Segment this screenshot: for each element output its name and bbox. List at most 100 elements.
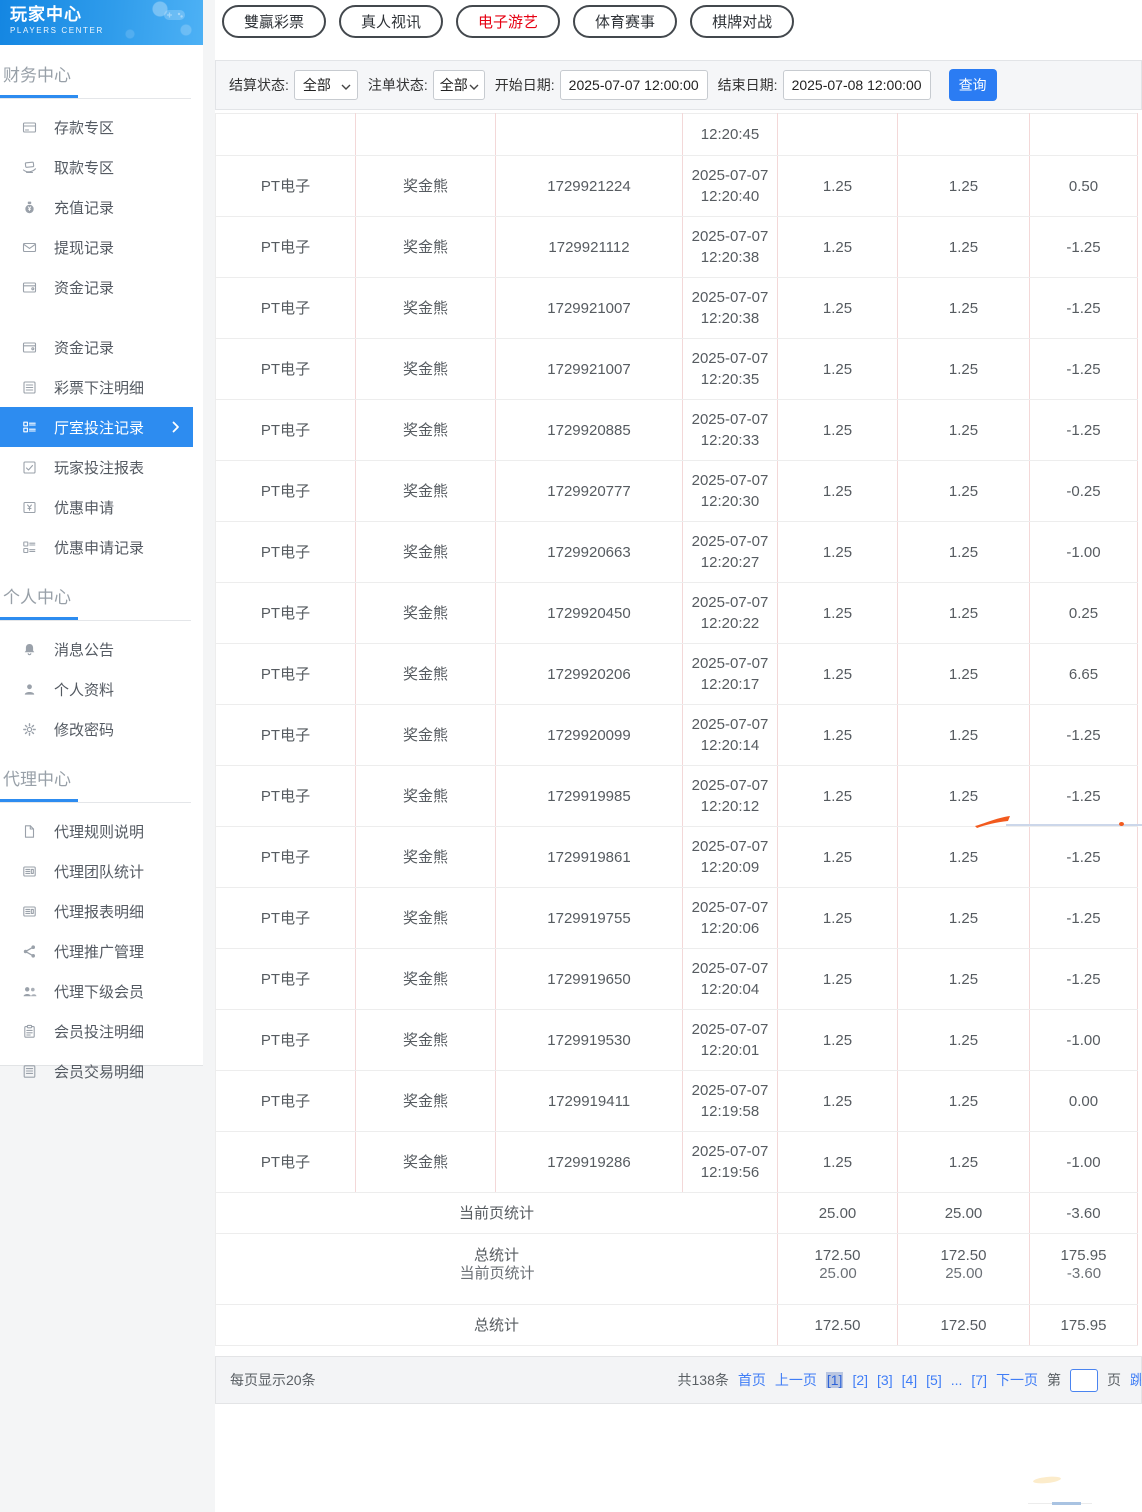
sidebar-item[interactable]: 代理规则说明 (0, 811, 193, 851)
table-row: PT电子奖金熊17299196502025-07-0712:20:041.251… (216, 949, 1138, 1010)
tab-active-game-category[interactable]: 电子游艺 (456, 5, 560, 38)
sidebar-item[interactable]: 消息公告 (0, 629, 193, 669)
game-category-tabs: 雙贏彩票真人视讯电子游艺体育赛事棋牌对战 (215, 0, 1142, 38)
jump-button[interactable]: 跳转 (1130, 1370, 1142, 1390)
cell-bet-amount: 1.25 (778, 461, 898, 522)
page-link[interactable]: [7] (971, 1372, 987, 1388)
cell-order-number: 1729919650 (496, 949, 683, 1010)
page-link[interactable]: [2] (852, 1372, 868, 1388)
sidebar-item-label: 取款专区 (54, 157, 114, 178)
sidebar-item-active[interactable]: 厅室投注记录 (0, 407, 193, 447)
cell-datetime: 2025-07-0712:20:14 (683, 705, 778, 766)
cell-order-number: 1729920885 (496, 400, 683, 461)
sidebar-item[interactable]: 代理报表明细 (0, 891, 193, 931)
sidebar-item[interactable]: 资金记录 (0, 327, 193, 367)
cell-profit: -1.25 (1030, 217, 1138, 278)
page-link[interactable]: [3] (877, 1372, 893, 1388)
tab-game-category[interactable]: 体育赛事 (573, 5, 677, 38)
cell-valid-bet: 1.25 (898, 583, 1030, 644)
cell-bet-amount: 1.25 (778, 583, 898, 644)
table-body: PT电子奖金熊17299212242025-07-0712:20:401.251… (216, 156, 1138, 1193)
sidebar-item[interactable]: 会员投注明细 (0, 1011, 193, 1051)
sidebar-item[interactable]: 代理推广管理 (0, 931, 193, 971)
cell-profit: -1.25 (1030, 949, 1138, 1010)
order-status-select[interactable]: 全部 (433, 70, 485, 100)
cell (496, 114, 683, 156)
cell-valid-bet: 1.25 (898, 1071, 1030, 1132)
sidebar-item[interactable]: 代理团队统计 (0, 851, 193, 891)
sidebar-item[interactable]: 充值记录 (0, 187, 193, 227)
page-link[interactable]: [5] (926, 1372, 942, 1388)
first-page-link[interactable]: 首页 (738, 1370, 766, 1390)
grand-summary-row-duplicate: 总统计 172.50 172.50 175.95 (216, 1305, 1138, 1346)
order-status-label: 注单状态: (368, 75, 428, 95)
page-summary-valid: 25.00 (898, 1193, 1030, 1234)
table-row: PT电子奖金熊17299207772025-07-0712:20:301.251… (216, 461, 1138, 522)
start-date-label: 开始日期: (495, 75, 555, 95)
sidebar-item-label: 资金记录 (54, 277, 114, 298)
cell-bet-amount: 1.25 (778, 766, 898, 827)
cell-profit: -1.25 (1030, 766, 1138, 827)
sidebar-item[interactable]: 彩票下注明细 (0, 367, 193, 407)
cell-valid-bet: 1.25 (898, 705, 1030, 766)
recharge-bag-icon (21, 199, 37, 215)
bell-icon (21, 641, 37, 657)
sidebar-item[interactable]: 取款专区 (0, 147, 193, 187)
grand-summary-valid: 172.50 (898, 1305, 1030, 1346)
table-row: PT电子奖金熊17299202062025-07-0712:20:171.251… (216, 644, 1138, 705)
tab-game-category[interactable]: 真人视讯 (339, 5, 443, 38)
cell-game: 奖金熊 (356, 522, 496, 583)
cell-datetime: 2025-07-0712:20:01 (683, 1010, 778, 1071)
start-date-input[interactable] (560, 70, 708, 100)
sidebar-item-label: 玩家投注报表 (54, 457, 144, 478)
sidebar-item[interactable]: 个人资料 (0, 669, 193, 709)
cell-profit: -1.25 (1030, 400, 1138, 461)
grand-summary-row: 总统计 172.50 172.50 175.95 (216, 1234, 1138, 1305)
withdraw-envelope-icon (21, 239, 37, 255)
table-summary: 当前页统计 25.00 25.00 -3.60 总统计 172.50 172.5… (216, 1193, 1138, 1346)
cell-order-number: 1729919985 (496, 766, 683, 827)
cell-platform: PT电子 (216, 888, 356, 949)
cell-bet-amount: 1.25 (778, 949, 898, 1010)
sidebar-item[interactable]: 提现记录 (0, 227, 193, 267)
table-row: PT电子奖金熊17299198612025-07-0712:20:091.251… (216, 827, 1138, 888)
settle-status-select[interactable]: 全部 (294, 70, 358, 100)
sidebar-item[interactable]: 资金记录 (0, 267, 193, 307)
jump-suffix-label: 页 (1107, 1370, 1121, 1390)
cell-datetime: 2025-07-0712:20:38 (683, 278, 778, 339)
prev-page-link[interactable]: 上一页 (775, 1370, 817, 1390)
main-content: 雙贏彩票真人视讯电子游艺体育赛事棋牌对战 结算状态: 全部 注单状态: 全部 开… (215, 0, 1142, 1512)
cell-valid-bet: 1.25 (898, 339, 1030, 400)
cell-datetime: 2025-07-0712:20:06 (683, 888, 778, 949)
end-date-input[interactable] (783, 70, 931, 100)
sidebar-item-label: 彩票下注明细 (54, 377, 144, 398)
sidebar-sections: 财务中心存款专区取款专区充值记录提现记录资金记录资金记录彩票下注明细厅室投注记录… (0, 61, 203, 1091)
sidebar-item-label: 消息公告 (54, 639, 114, 660)
cell-bet-amount: 1.25 (778, 278, 898, 339)
page-link-current[interactable]: [1] (826, 1372, 844, 1388)
next-page-link[interactable]: 下一页 (996, 1370, 1038, 1390)
cell-platform: PT电子 (216, 1010, 356, 1071)
sidebar-item[interactable]: 玩家投注报表 (0, 447, 193, 487)
table-row: PT电子奖金熊17299210072025-07-0712:20:381.251… (216, 278, 1138, 339)
grand-summary-bet: 172.50 (778, 1234, 898, 1305)
tab-game-category[interactable]: 棋牌对战 (690, 5, 794, 38)
deposit-card-icon (21, 119, 37, 135)
sidebar-item[interactable]: 优惠申请 (0, 487, 193, 527)
sidebar-item[interactable]: 修改密码 (0, 709, 193, 749)
cell-valid-bet: 1.25 (898, 522, 1030, 583)
cell (216, 114, 356, 156)
cell-platform: PT电子 (216, 400, 356, 461)
page-link[interactable]: [4] (902, 1372, 918, 1388)
sidebar-item[interactable]: 代理下级会员 (0, 971, 193, 1011)
sidebar-item[interactable]: 会员交易明细 (0, 1051, 193, 1091)
sidebar-item[interactable]: 存款专区 (0, 107, 193, 147)
bets-table: 12:20:45 PT电子奖金熊17299212242025-07-0712:2… (215, 113, 1138, 1346)
cell-profit: 6.65 (1030, 644, 1138, 705)
gear-icon (21, 721, 37, 737)
sidebar-item[interactable]: 优惠申请记录 (0, 527, 193, 567)
query-button[interactable]: 查询 (949, 69, 997, 101)
cell-order-number: 1729920663 (496, 522, 683, 583)
tab-game-category[interactable]: 雙贏彩票 (222, 5, 326, 38)
jump-page-input[interactable] (1070, 1369, 1098, 1392)
